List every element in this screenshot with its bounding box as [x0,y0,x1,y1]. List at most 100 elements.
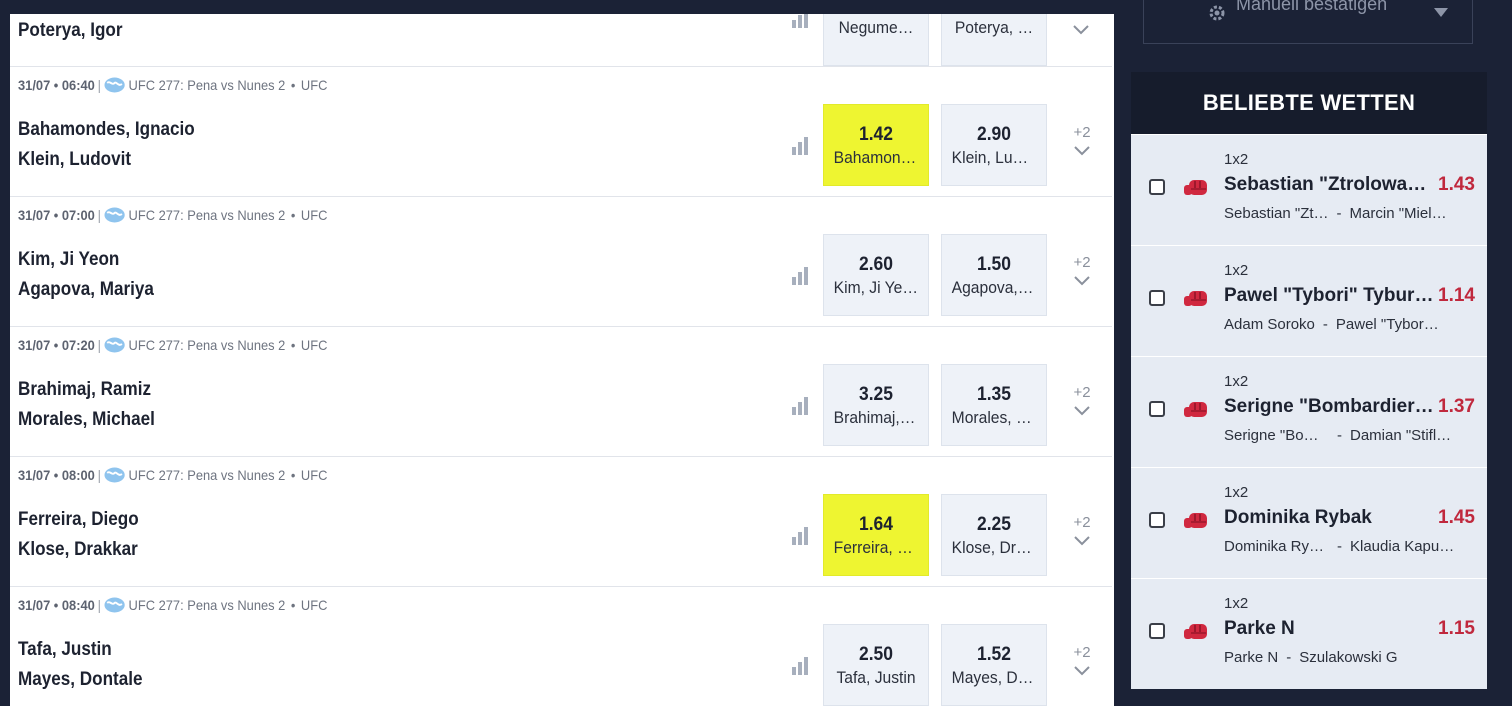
chevron-down-icon [1074,666,1090,676]
more-markets-button[interactable]: +2 [1067,254,1097,287]
team1-name[interactable]: Ferreira, Diego [18,509,139,531]
match-row: 31/07 • 08:00 | UFC 277: Pena vs Nunes 2… [10,457,1112,587]
chevron-down-icon[interactable] [1072,24,1090,36]
league-name[interactable]: UFC [301,207,327,223]
event-name[interactable]: UFC 277: Pena vs Nunes 2 [129,337,286,353]
odd-button-away[interactable]: 1.50 Agapova, Mariya [941,234,1047,316]
odd-button-home[interactable]: 2.60 Kim, Ji Yeon [823,234,929,316]
team1-name[interactable]: Tafa, Justin [18,639,112,661]
popular-bet-item[interactable]: 1x2 Serigne "Bombardier" Ou… 1.37 Serign… [1131,356,1487,467]
bet-type: 1x2 [1224,595,1249,612]
popular-bet-item[interactable]: 1x2 Dominika Rybak 1.45 Dominika Ryb… - Kl… [1131,467,1487,578]
league-name[interactable]: UFC [301,597,327,613]
stats-icon[interactable] [791,657,809,675]
stats-icon[interactable] [791,14,809,28]
bet-checkbox[interactable] [1149,290,1165,306]
popular-bets-title: BELIEBTE WETTEN [1131,72,1487,134]
bet-checkbox[interactable] [1149,401,1165,417]
team2-name[interactable]: Morales, Michael [18,409,155,431]
odd-price: 2.90 [976,124,1012,145]
event-name[interactable]: UFC 277: Pena vs Nunes 2 [129,77,286,93]
bet-odd[interactable]: 1.14 [1438,285,1475,307]
away-name: Pawel "Tybori… [1335,316,1441,333]
popular-bet-item[interactable]: 1x2 Pawel "Tybori" Tyburski 1.14 Adam So… [1131,245,1487,356]
separator: - [1322,316,1328,333]
chevron-down-icon [1074,276,1090,286]
match-meta: 31/07 • 08:00 | UFC 277: Pena vs Nunes 2… [18,467,327,483]
match-row: Poterya, Igor Negume… Poterya, … [10,14,1112,67]
league-name[interactable]: UFC [301,467,327,483]
odd-button-home[interactable]: 2.50 Tafa, Justin [823,624,929,706]
odd-label: Bahamondes, Ignacio [833,148,919,167]
separator: - [1337,427,1342,444]
away-name: Damian "Stifl… [1350,427,1452,444]
bet-odd[interactable]: 1.43 [1438,174,1475,196]
bet-type: 1x2 [1224,262,1249,279]
more-markets-button[interactable]: +2 [1067,384,1097,417]
separator-dot: • [290,207,296,223]
match-meta: 31/07 • 07:00 | UFC 277: Pena vs Nunes 2… [18,207,327,223]
odd-button-away[interactable]: 2.25 Klose, Drakkar [941,494,1047,576]
fist-icon [1184,513,1207,528]
popular-bet-item[interactable]: 1x2 Parke N 1.15 Parke N - Szulakowski G [1131,578,1487,689]
odd-price: 2.60 [858,254,894,275]
team2-name[interactable]: Klein, Ludovit [18,149,131,171]
event-name[interactable]: UFC 277: Pena vs Nunes 2 [129,207,286,223]
league-name[interactable]: UFC [301,77,327,93]
team2-name[interactable]: Klose, Drakkar [18,539,138,561]
odd-price: 1.50 [976,254,1012,275]
bet-odd[interactable]: 1.15 [1438,618,1475,640]
odd-button-away[interactable]: Poterya, … [941,14,1047,66]
team1-name[interactable]: Kim, Ji Yeon [18,249,119,271]
bet-selection: Dominika Rybak [1224,507,1372,528]
odd-button-home[interactable]: 3.25 Brahimaj, Ramiz [823,364,929,446]
bet-selection: Pawel "Tybori" Tyburski [1224,285,1434,306]
more-markets-count: +2 [1073,384,1091,401]
more-markets-button[interactable]: +2 [1067,514,1097,547]
confirm-manually-button[interactable]: Manuell bestätigen [1143,0,1473,44]
stats-icon[interactable] [791,527,809,545]
bet-checkbox[interactable] [1149,623,1165,639]
odd-label: Klein, Ludovit [951,148,1037,167]
bet-match: Parke N - Szulakowski G [1224,649,1454,666]
odd-price: 1.35 [976,384,1012,405]
separator-dot: • [290,597,296,613]
more-markets-button[interactable]: +2 [1067,644,1097,677]
match-datetime: 31/07 • 07:20 [18,337,95,353]
match-meta: 31/07 • 08:40 | UFC 277: Pena vs Nunes 2… [18,597,327,613]
event-name[interactable]: UFC 277: Pena vs Nunes 2 [129,467,286,483]
team2-name[interactable]: Mayes, Dontale [18,669,142,691]
league-name[interactable]: UFC [301,337,327,353]
more-markets-button[interactable]: +2 [1067,124,1097,157]
team2-name[interactable]: Agapova, Mariya [18,279,154,301]
popular-bet-item[interactable]: 1x2 Sebastian "Ztrolowany" … 1.43 Sebast… [1131,134,1487,245]
team1-name[interactable]: Bahamondes, Ignacio [18,119,195,141]
team1-name: Poterya, Igor [18,20,123,41]
bet-checkbox[interactable] [1149,512,1165,528]
bet-odd[interactable]: 1.45 [1438,507,1475,529]
odd-button-away[interactable]: 1.52 Mayes, Dontale [941,624,1047,706]
odd-button-home[interactable]: Negume… [823,14,929,66]
bet-odd[interactable]: 1.37 [1438,396,1475,418]
top-strip [0,0,1120,14]
stats-icon[interactable] [791,397,809,415]
odd-button-home[interactable]: 1.64 Ferreira, Diego [823,494,929,576]
odd-button-home[interactable]: 1.42 Bahamondes, Ignacio [823,104,929,186]
bet-checkbox[interactable] [1149,179,1165,195]
odd-button-away[interactable]: 1.35 Morales, Michael [941,364,1047,446]
odd-label: Tafa, Justin [836,668,916,687]
stats-icon[interactable] [791,137,809,155]
stats-icon[interactable] [791,267,809,285]
globe-icon [104,597,125,613]
match-row: 31/07 • 08:40 | UFC 277: Pena vs Nunes 2… [10,587,1112,706]
event-name[interactable]: UFC 277: Pena vs Nunes 2 [129,597,286,613]
match-meta: 31/07 • 06:40 | UFC 277: Pena vs Nunes 2… [18,77,327,93]
odd-label: Kim, Ji Yeon [833,278,919,297]
odd-price: 1.42 [858,124,894,145]
team1-name[interactable]: Brahimaj, Ramiz [18,379,151,401]
odd-button-away[interactable]: 2.90 Klein, Ludovit [941,104,1047,186]
odd-label: Klose, Drakkar [951,538,1037,557]
match-row: 31/07 • 07:20 | UFC 277: Pena vs Nunes 2… [10,327,1112,457]
odd-label: Negume… [838,18,914,37]
globe-icon [104,77,125,93]
